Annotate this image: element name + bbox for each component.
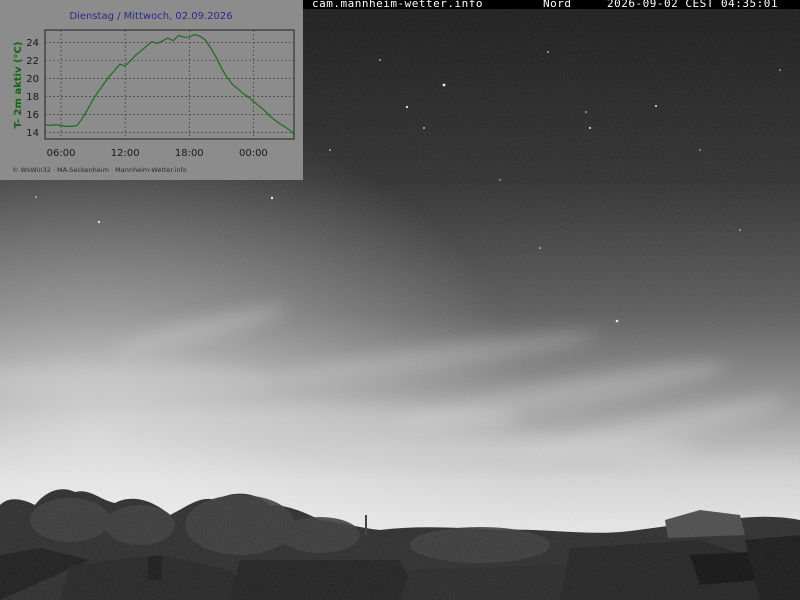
plot-area: [44, 29, 295, 140]
y-tick-label: 20: [26, 74, 39, 85]
capture-timestamp: 2026-09-02 CEST 04:35:01: [607, 0, 778, 10]
y-axis-label: T- 2m aktiv (°C): [13, 42, 24, 129]
x-tick-label: 06:00: [47, 148, 76, 159]
y-tick-label: 18: [26, 92, 39, 103]
y-tick-label: 24: [26, 38, 39, 49]
camera-direction: Nord: [543, 0, 572, 10]
camera-url: cam.mannheim-wetter.info: [312, 0, 483, 10]
y-tick-label: 22: [26, 56, 39, 67]
chart-title: Dienstag / Mittwoch, 02.09.2026: [69, 11, 232, 22]
x-tick-label: 00:00: [239, 148, 268, 159]
y-tick-label: 16: [26, 110, 39, 121]
x-tick-label: 18:00: [175, 148, 204, 159]
chart-credit: © WsWin32 · MA-Seckenheim · Mannheim-Wet…: [12, 166, 187, 174]
x-tick-label: 12:00: [111, 148, 140, 159]
temperature-chart: Dienstag / Mittwoch, 02.09.2026 14 16 18 20…: [12, 11, 295, 174]
temperature-chart-panel: Dienstag / Mittwoch, 02.09.2026 14 16 18 20…: [0, 0, 303, 180]
y-tick-label: 14: [26, 128, 39, 139]
